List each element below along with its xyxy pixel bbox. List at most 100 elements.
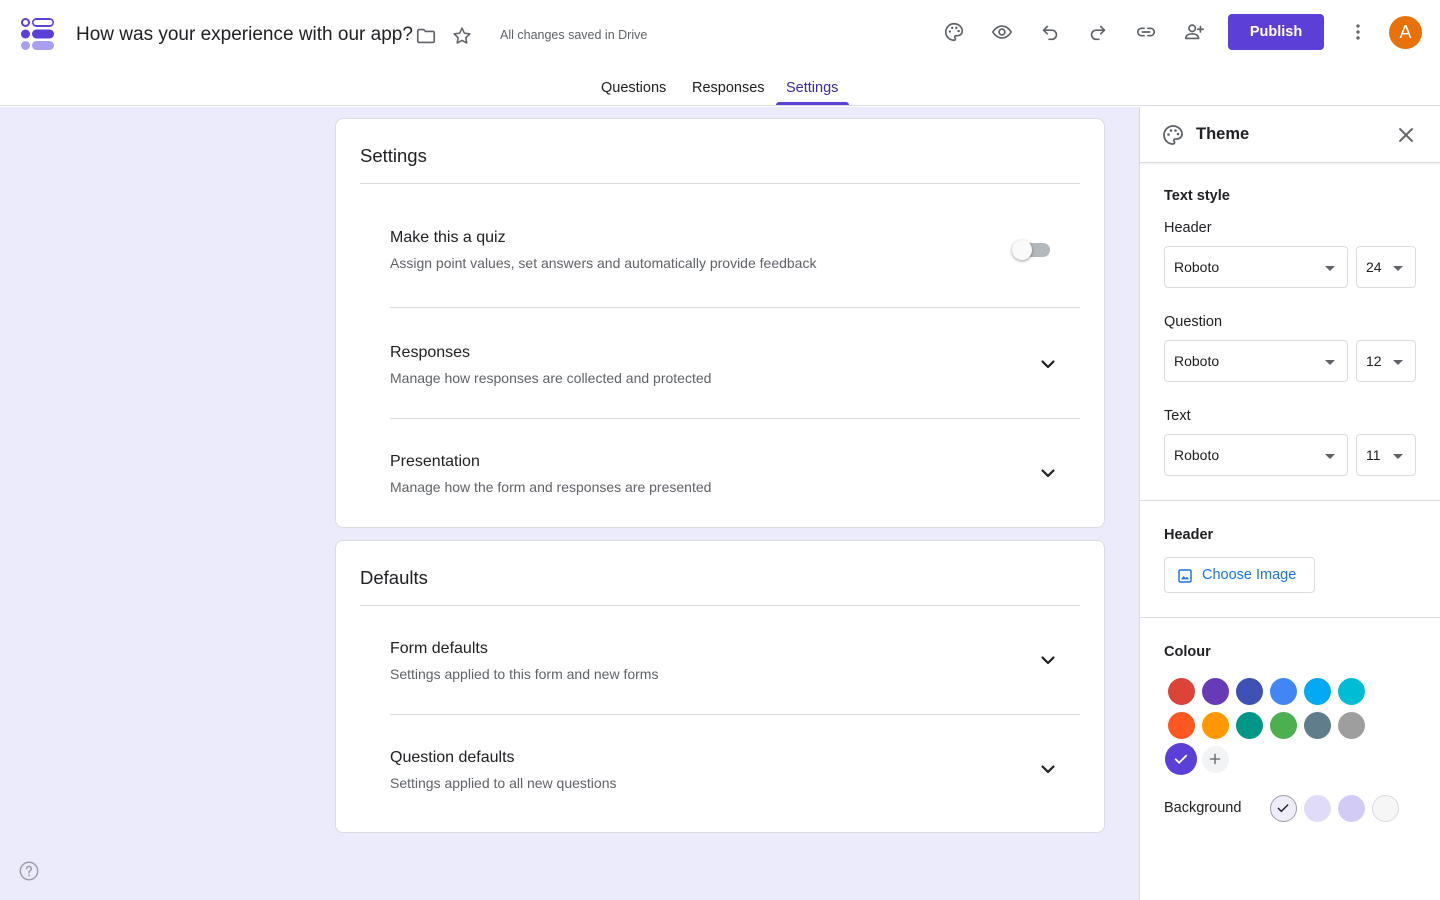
- link-icon[interactable]: [1128, 14, 1164, 50]
- top-bar: How was your experience with our app? Al…: [0, 0, 1440, 70]
- question-defaults-title: Question defaults: [390, 749, 515, 766]
- question-size-value: 12: [1366, 353, 1382, 369]
- dropdown-caret-icon: [1325, 266, 1335, 271]
- background-label: Background: [1164, 800, 1242, 816]
- dropdown-caret-icon: [1325, 360, 1335, 365]
- redo-icon[interactable]: [1080, 14, 1116, 50]
- text-font-select[interactable]: Roboto: [1164, 434, 1348, 476]
- colour-swatch[interactable]: [1167, 677, 1195, 705]
- text-font-label: Text: [1164, 408, 1191, 424]
- dropdown-caret-icon: [1393, 454, 1403, 459]
- colour-swatch[interactable]: [1269, 711, 1297, 739]
- settings-card: Settings Make this a quiz Assign point v…: [335, 118, 1105, 528]
- dropdown-caret-icon: [1325, 454, 1335, 459]
- text-size-value: 11: [1366, 447, 1381, 463]
- header-font-label: Header: [1164, 220, 1212, 236]
- quiz-setting-subtitle: Assign point values, set answers and aut…: [390, 255, 817, 271]
- toggle-knob: [1012, 240, 1032, 260]
- text-size-select[interactable]: 11: [1356, 434, 1416, 476]
- publish-button[interactable]: Publish: [1228, 14, 1324, 50]
- dropdown-caret-icon: [1393, 360, 1403, 365]
- responses-setting-title: Responses: [390, 344, 471, 361]
- folder-icon[interactable]: [408, 18, 444, 54]
- forms-logo-icon[interactable]: [20, 16, 56, 52]
- background-swatch[interactable]: [1303, 794, 1331, 822]
- divider: [1140, 500, 1440, 501]
- defaults-card-title: Defaults: [360, 567, 428, 588]
- add-collaborator-icon[interactable]: [1176, 14, 1212, 50]
- question-defaults-subtitle: Settings applied to all new questions: [390, 775, 617, 791]
- undo-icon[interactable]: [1032, 14, 1068, 50]
- quiz-setting-row[interactable]: Make this a quiz Assign point values, se…: [390, 229, 1080, 271]
- chevron-down-icon[interactable]: [1036, 461, 1060, 485]
- background-swatch[interactable]: [1337, 794, 1365, 822]
- tab-bar: Questions Responses Settings: [0, 70, 1440, 106]
- main-area: Settings Make this a quiz Assign point v…: [0, 107, 1139, 900]
- colour-swatch[interactable]: [1201, 677, 1229, 705]
- responses-setting-subtitle: Manage how responses are collected and p…: [390, 370, 712, 386]
- background-swatch[interactable]: [1269, 794, 1297, 822]
- header-size-select[interactable]: 24: [1356, 246, 1416, 288]
- tab-settings[interactable]: Settings: [786, 80, 838, 96]
- chevron-down-icon[interactable]: [1036, 757, 1060, 781]
- background-swatch[interactable]: [1371, 794, 1399, 822]
- avatar[interactable]: A: [1389, 16, 1422, 49]
- preview-eye-icon[interactable]: [984, 14, 1020, 50]
- star-icon[interactable]: [444, 18, 480, 54]
- chevron-down-icon[interactable]: [1036, 648, 1060, 672]
- header-image-heading: Header: [1164, 527, 1214, 543]
- palette-icon[interactable]: [936, 14, 972, 50]
- colour-swatch[interactable]: [1235, 677, 1263, 705]
- help-icon[interactable]: [18, 860, 40, 882]
- divider: [390, 418, 1080, 419]
- image-icon: [1178, 569, 1192, 583]
- question-defaults-row[interactable]: Question defaults Settings applied to al…: [390, 749, 1080, 791]
- colour-swatch[interactable]: [1167, 711, 1195, 739]
- add-custom-colour-icon[interactable]: [1201, 745, 1229, 773]
- active-tab-indicator: [776, 102, 849, 105]
- colour-swatch[interactable]: [1165, 743, 1197, 775]
- question-font-value: Roboto: [1174, 353, 1220, 369]
- colour-swatch[interactable]: [1337, 711, 1365, 739]
- header-size-value: 24: [1366, 259, 1382, 275]
- chevron-down-icon[interactable]: [1036, 352, 1060, 376]
- colour-swatch[interactable]: [1269, 677, 1297, 705]
- form-defaults-title: Form defaults: [390, 640, 488, 657]
- divider: [390, 307, 1080, 308]
- choose-image-button[interactable]: Choose Image: [1164, 557, 1315, 593]
- form-defaults-row[interactable]: Form defaults Settings applied to this f…: [390, 640, 1080, 682]
- question-font-select[interactable]: Roboto: [1164, 340, 1348, 382]
- colour-swatch[interactable]: [1235, 711, 1263, 739]
- presentation-setting-subtitle: Manage how the form and responses are pr…: [390, 479, 712, 495]
- more-options-icon[interactable]: [1340, 14, 1376, 50]
- divider: [360, 605, 1080, 606]
- colour-swatch[interactable]: [1337, 677, 1365, 705]
- tab-responses[interactable]: Responses: [692, 80, 765, 96]
- divider: [360, 183, 1080, 184]
- settings-card-title: Settings: [360, 145, 427, 166]
- save-status: All changes saved in Drive: [500, 28, 648, 42]
- question-size-select[interactable]: 12: [1356, 340, 1416, 382]
- header-font-value: Roboto: [1174, 259, 1220, 275]
- choose-image-label: Choose Image: [1202, 567, 1297, 583]
- form-defaults-subtitle: Settings applied to this form and new fo…: [390, 666, 659, 682]
- colour-swatch[interactable]: [1201, 711, 1229, 739]
- defaults-card: Defaults Form defaults Settings applied …: [335, 540, 1105, 833]
- dropdown-caret-icon: [1393, 266, 1403, 271]
- responses-setting-row[interactable]: Responses Manage how responses are colle…: [390, 344, 1080, 386]
- quiz-setting-title: Make this a quiz: [390, 229, 506, 246]
- text-font-value: Roboto: [1174, 447, 1220, 463]
- theme-panel: Theme Text style Header Roboto 24 Questi…: [1139, 107, 1440, 900]
- palette-icon: [1163, 125, 1183, 145]
- form-title[interactable]: How was your experience with our app?: [76, 24, 413, 46]
- header-font-select[interactable]: Roboto: [1164, 246, 1348, 288]
- colour-swatch[interactable]: [1303, 677, 1331, 705]
- tab-questions[interactable]: Questions: [601, 80, 666, 96]
- presentation-setting-title: Presentation: [390, 453, 480, 470]
- text-style-heading: Text style: [1164, 188, 1230, 204]
- presentation-setting-row[interactable]: Presentation Manage how the form and res…: [390, 453, 1080, 495]
- quiz-toggle[interactable]: [1012, 240, 1052, 260]
- divider: [390, 714, 1080, 715]
- close-icon[interactable]: [1395, 124, 1417, 146]
- colour-swatch[interactable]: [1303, 711, 1331, 739]
